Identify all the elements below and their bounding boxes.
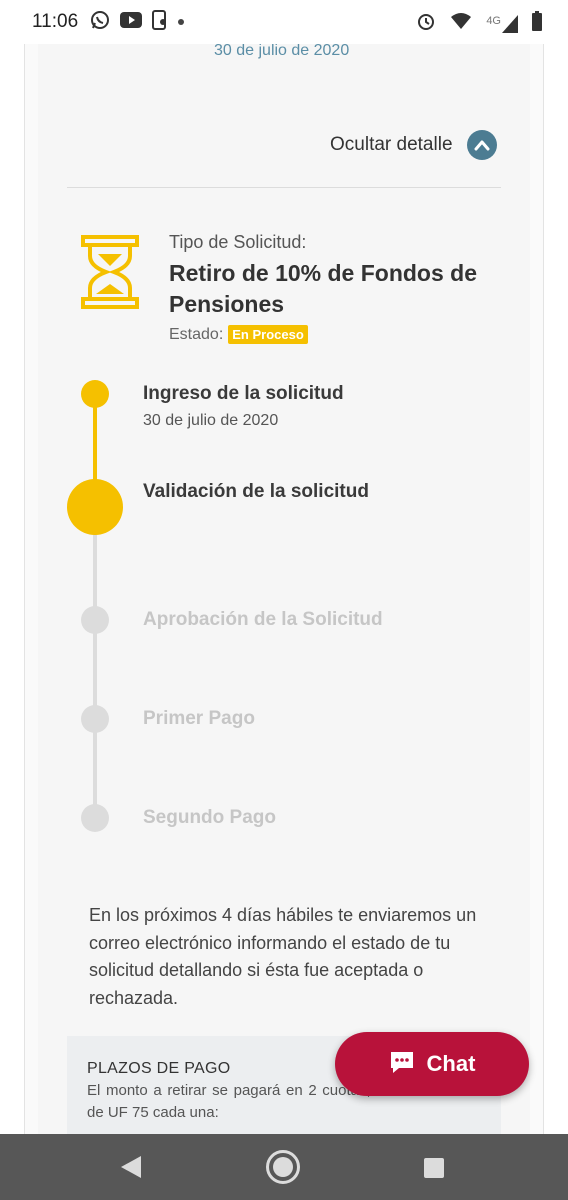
hourglass-icon (80, 234, 140, 310)
timeline-dot-done (81, 380, 109, 408)
timeline-step-date: 30 de julio de 2020 (143, 412, 279, 429)
timeline-step-primer-pago: Primer Pago (143, 708, 255, 729)
timeline-dot-pending (81, 705, 109, 733)
system-nav-bar (0, 1134, 568, 1200)
network-type: 4G (486, 14, 501, 27)
recent-apps-icon[interactable] (424, 1158, 444, 1178)
timeline-pending-line (93, 510, 97, 818)
timeline-step-ingreso: Ingreso de la solicitud (143, 383, 344, 404)
hide-detail-toggle[interactable]: Ocultar detalle (330, 130, 497, 160)
info-text: En los próximos 4 días hábiles te enviar… (89, 905, 477, 1008)
timeline-dot-pending (81, 804, 109, 832)
status-badge: En Proceso (228, 325, 308, 344)
battery-icon (532, 11, 542, 36)
notification-dot-icon (178, 19, 185, 25)
timeline-step-aprobacion: Aprobación de la Solicitud (143, 609, 383, 630)
timeline-step-segundo-pago: Segundo Pago (143, 807, 276, 828)
back-icon[interactable] (121, 1156, 141, 1183)
state-label: Estado: (169, 325, 224, 343)
home-icon-inner (273, 1157, 293, 1177)
chat-bubble-icon (389, 1050, 415, 1079)
hide-detail-label: Ocultar detalle (330, 134, 453, 155)
wifi-icon (450, 12, 472, 35)
chat-label: Chat (426, 1051, 476, 1076)
chat-button[interactable]: Chat (335, 1032, 529, 1096)
request-type-value: Retiro de 10% de Fondos de Pensiones (169, 260, 477, 317)
timeline-dot-pending (81, 606, 109, 634)
divider (67, 187, 501, 188)
request-type-label: Tipo de Solicitud: (169, 232, 307, 252)
timeline-dot-current (67, 479, 123, 535)
phone-sync-icon (152, 9, 168, 35)
youtube-icon (120, 11, 143, 33)
status-time: 11:06 (32, 11, 79, 32)
timeline-step-validacion: Validación de la solicitud (143, 481, 369, 502)
alarm-icon (416, 11, 436, 36)
status-bar: 11:06 4G (0, 0, 568, 44)
whatsapp-icon (90, 10, 110, 35)
request-state: Estado: En Proceso (169, 325, 308, 344)
signal-icon: 4G (486, 14, 518, 33)
chevron-up-icon[interactable] (466, 130, 497, 160)
home-icon[interactable] (266, 1150, 300, 1184)
request-date: 30 de julio de 2020 (214, 42, 350, 59)
